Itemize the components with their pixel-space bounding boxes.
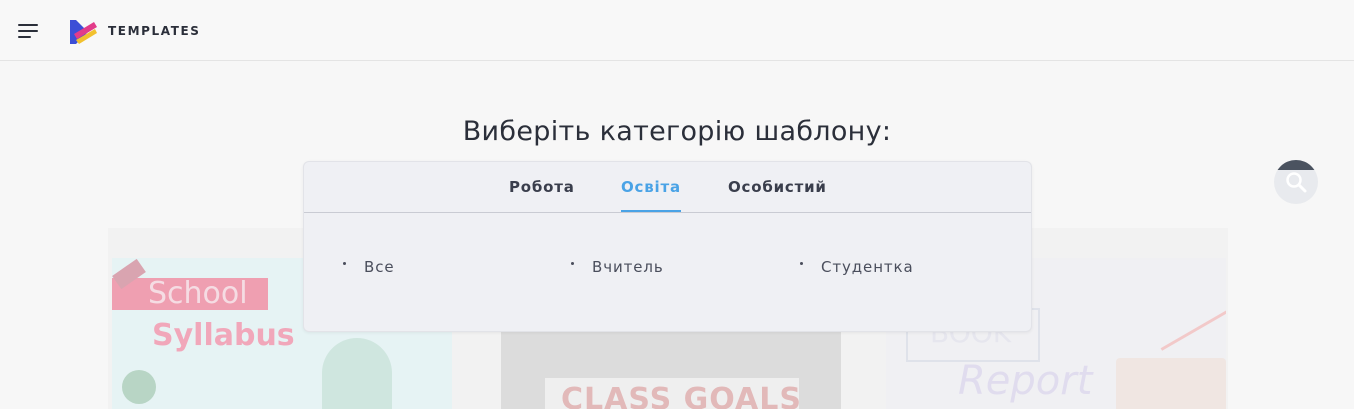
subcategory-teacher[interactable]: Вчитель [571,258,664,276]
bullet-icon [800,262,803,265]
search-icon [1286,172,1307,193]
bullet-icon [343,262,346,265]
subcategory-all[interactable]: Все [343,258,395,276]
subcategory-label: Вчитель [592,258,664,276]
brand-name[interactable]: TEMPLATES [108,24,201,38]
tab-work[interactable]: Робота [509,178,575,196]
search-button[interactable] [1274,160,1318,204]
page-title: Виберіть категорію шаблону: [462,116,892,147]
top-bar: TEMPLATES [0,0,1354,61]
category-panel: Робота Освіта Особистий Все Вчитель Студ… [303,161,1032,332]
subcategory-label: Все [364,258,395,276]
active-tab-indicator [621,210,681,212]
card-subtitle: Report [958,358,1093,404]
card-title: CLASS GOALS [561,382,802,409]
pencil-illustration [1160,308,1226,351]
tab-personal[interactable]: Особистий [728,178,827,196]
globe-illustration [122,370,156,404]
search-button-cap [1274,160,1318,170]
hamburger-menu-icon[interactable] [18,24,40,42]
templates-logo-icon[interactable] [68,18,100,46]
subcategory-student[interactable]: Студентка [800,258,914,276]
books-illustration [1116,358,1226,409]
person-illustration [322,338,392,409]
subcategory-label: Студентка [821,258,914,276]
card-title: School [148,276,248,311]
card-subtitle: Syllabus [152,318,295,353]
bullet-icon [571,262,574,265]
tab-education[interactable]: Освіта [621,178,681,196]
category-tabs: Робота Освіта Особистий [304,162,1031,213]
